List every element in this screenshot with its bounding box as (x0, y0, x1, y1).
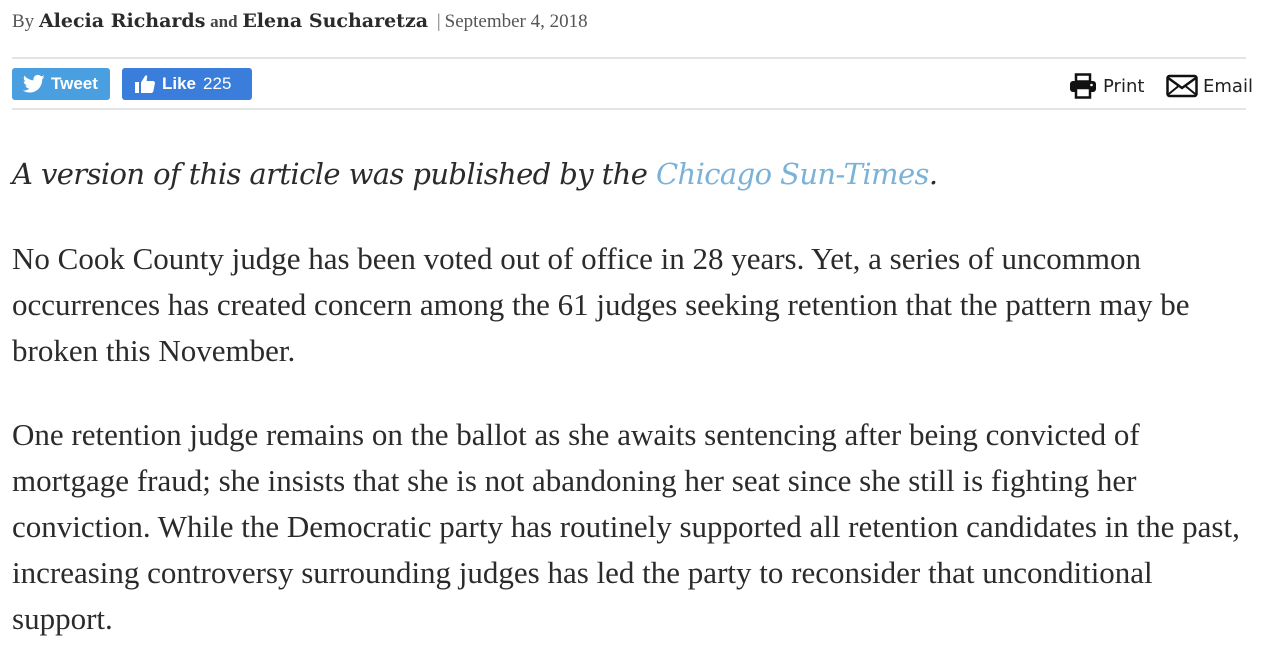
byline-separator: | (436, 11, 441, 32)
email-link[interactable]: Email (1166, 72, 1253, 100)
thumbs-up-icon (134, 74, 156, 94)
byline-and: and (210, 12, 238, 31)
like-button[interactable]: Like 225 (122, 68, 252, 100)
email-label: Email (1203, 75, 1253, 97)
print-link[interactable]: Print (1068, 72, 1144, 100)
tweet-label: Tweet (51, 74, 98, 93)
article-body: A version of this article was published … (12, 148, 1252, 636)
article-paragraph-1: No Cook County judge has been voted out … (12, 241, 1190, 368)
chicago-sun-times-link[interactable]: Chicago Sun-Times (656, 157, 929, 191)
publication-note-text: A version of this article was published … (12, 157, 656, 191)
tweet-button[interactable]: Tweet (12, 68, 110, 100)
divider-bottom (12, 108, 1246, 110)
byline-by: By (12, 11, 35, 32)
article-paragraph-2: One retention judge remains on the ballo… (12, 417, 1240, 636)
publication-note: A version of this article was published … (12, 148, 1252, 200)
twitter-bird-icon (22, 74, 45, 94)
publication-note-period: . (928, 157, 938, 191)
print-label: Print (1103, 75, 1145, 97)
publish-date: September 4, 2018 (444, 11, 588, 32)
author-name-2[interactable]: Elena Sucharetza (242, 10, 428, 32)
divider-top (12, 57, 1246, 59)
like-count: 225 (203, 74, 232, 93)
share-toolbar: Tweet Like 225 Print Email (12, 68, 1253, 100)
byline: By Alecia Richards and Elena Sucharetza … (12, 6, 588, 36)
envelope-icon (1166, 74, 1198, 98)
printer-icon (1070, 73, 1096, 99)
author-name-1[interactable]: Alecia Richards (39, 10, 205, 32)
like-label: Like (162, 74, 197, 93)
